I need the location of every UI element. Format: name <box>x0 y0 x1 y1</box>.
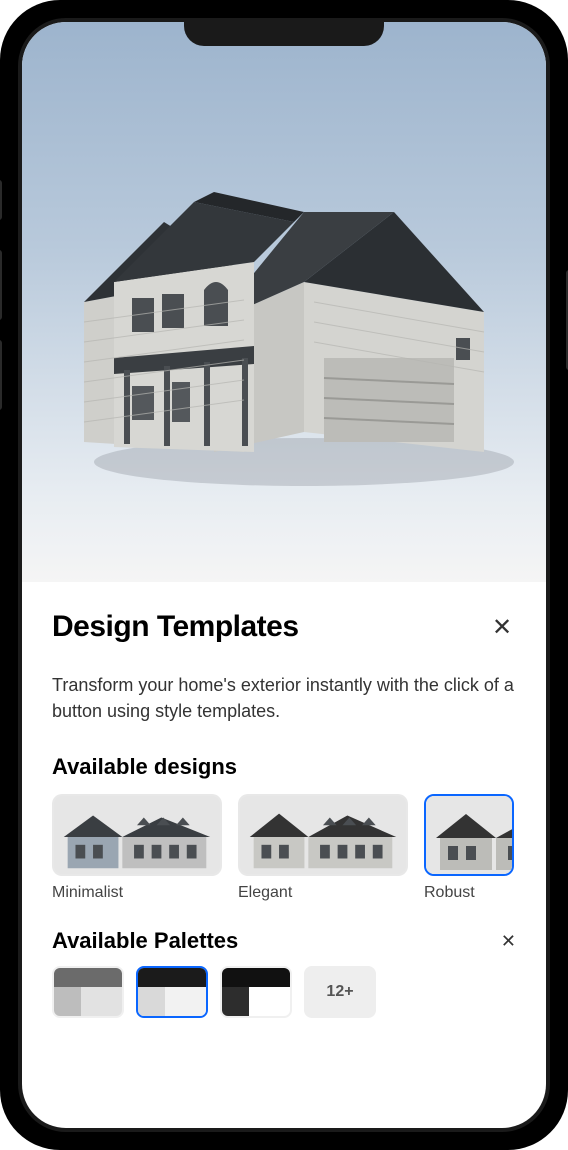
close-icon[interactable]: ✕ <box>488 613 516 641</box>
swatch-cell <box>54 987 81 1016</box>
palettes-row: 12+ <box>52 966 516 1018</box>
swatch-cell <box>222 968 290 987</box>
house-3d-model <box>54 152 514 492</box>
palette-swatch-1[interactable] <box>136 966 208 1018</box>
swatch-cell <box>81 987 122 1016</box>
design-thumb[interactable] <box>238 794 408 876</box>
palettes-header: Available Palettes ✕ <box>52 928 516 954</box>
design-thumb[interactable] <box>52 794 222 876</box>
palette-swatch-0[interactable] <box>52 966 124 1018</box>
panel-header: Design Templates ✕ <box>52 610 516 644</box>
phone-frame: Design Templates ✕ Transform your home's… <box>0 0 568 1150</box>
phone-volume-up <box>0 250 2 320</box>
swatch-cell <box>138 968 206 987</box>
design-card-elegant[interactable]: Elegant <box>238 794 408 902</box>
design-card-minimalist[interactable]: Minimalist <box>52 794 222 902</box>
available-palettes-heading: Available Palettes <box>52 928 238 954</box>
swatch-cell <box>222 987 249 1016</box>
swatch-cell <box>138 987 165 1016</box>
phone-bezel: Design Templates ✕ Transform your home's… <box>18 18 550 1132</box>
palette-more-button[interactable]: 12+ <box>304 966 376 1018</box>
phone-side-button <box>0 180 2 220</box>
swatch-cell <box>54 968 122 987</box>
design-panel: Design Templates ✕ Transform your home's… <box>22 582 546 1018</box>
panel-description: Transform your home's exterior instantly… <box>52 672 516 724</box>
phone-screen: Design Templates ✕ Transform your home's… <box>22 22 546 1128</box>
house-3d-viewport[interactable] <box>22 22 546 582</box>
design-thumb[interactable] <box>424 794 514 876</box>
design-card-robust[interactable]: Robust <box>424 794 514 902</box>
swatch-cell <box>165 987 206 1016</box>
swatch-cell <box>249 987 290 1016</box>
panel-title: Design Templates <box>52 610 299 644</box>
close-icon[interactable]: ✕ <box>501 931 516 952</box>
design-label: Robust <box>424 884 514 902</box>
design-label: Minimalist <box>52 884 222 902</box>
phone-notch <box>184 18 384 46</box>
palette-swatch-2[interactable] <box>220 966 292 1018</box>
phone-volume-down <box>0 340 2 410</box>
design-label: Elegant <box>238 884 408 902</box>
available-designs-heading: Available designs <box>52 754 516 780</box>
designs-row: Minimalist <box>52 794 516 902</box>
